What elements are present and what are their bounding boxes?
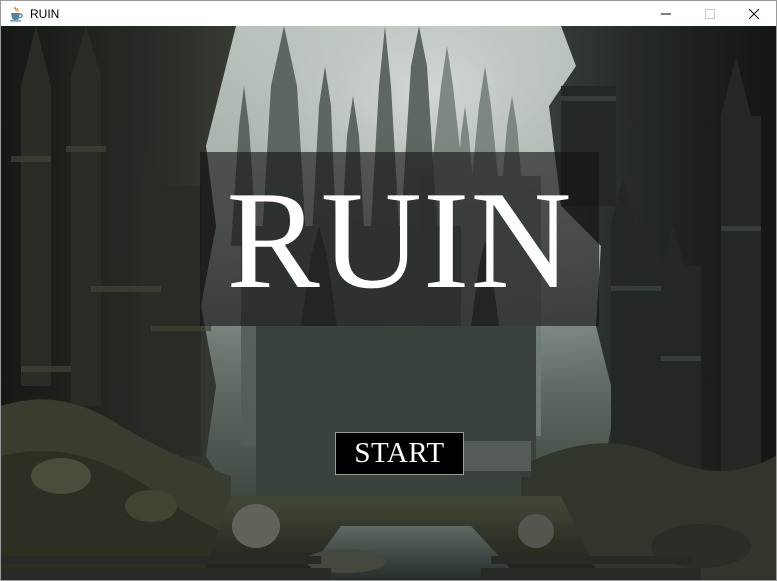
java-coffee-cup-icon: [8, 6, 24, 22]
title-bar[interactable]: RUIN: [1, 1, 776, 26]
close-button[interactable]: [732, 1, 776, 26]
minimize-icon: [661, 9, 671, 19]
start-button[interactable]: START: [335, 432, 464, 475]
window-controls: [644, 1, 776, 26]
maximize-icon: [705, 8, 715, 19]
start-button-label: START: [354, 437, 445, 469]
window-title: RUIN: [30, 6, 60, 21]
application-window: RUIN RUIN START: [0, 0, 777, 581]
close-icon: [749, 8, 759, 19]
game-title: RUIN: [226, 163, 573, 318]
maximize-button[interactable]: [688, 1, 732, 26]
game-viewport[interactable]: RUIN START: [1, 26, 776, 580]
minimize-button[interactable]: [644, 1, 688, 26]
title-panel: RUIN: [200, 152, 599, 326]
